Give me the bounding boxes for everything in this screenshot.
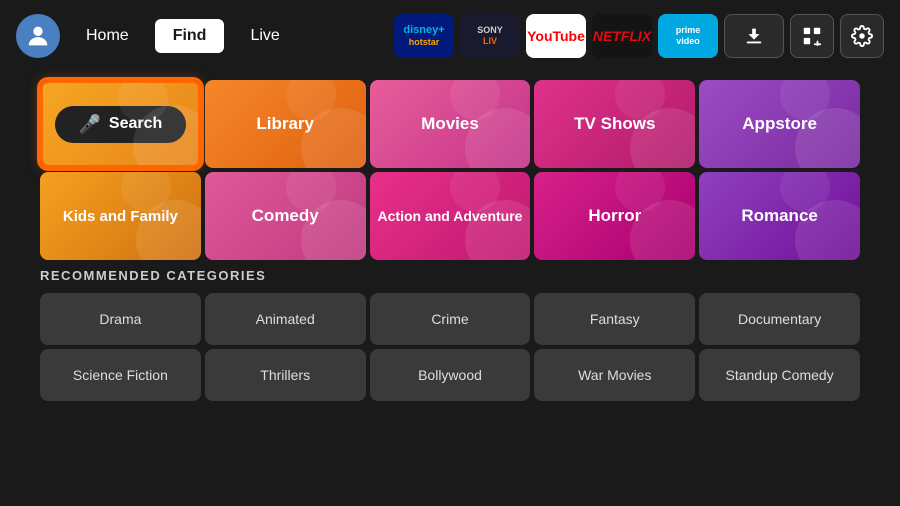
rec-thrillers[interactable]: Thrillers <box>205 349 366 401</box>
action-label: Action and Adventure <box>372 208 529 224</box>
rec-animated[interactable]: Animated <box>205 293 366 345</box>
tvshows-tile[interactable]: TV Shows <box>534 80 695 168</box>
rec-documentary[interactable]: Documentary <box>699 293 860 345</box>
rec-standup-comedy[interactable]: Standup Comedy <box>699 349 860 401</box>
recommended-section: RECOMMENDED CATEGORIES Drama Animated Cr… <box>40 268 860 401</box>
rec-drama[interactable]: Drama <box>40 293 201 345</box>
rec-fantasy[interactable]: Fantasy <box>534 293 695 345</box>
app-settings[interactable] <box>840 14 884 58</box>
app-icons-bar: disney+ hotstar SONYLIV YouTube NETFLIX … <box>394 14 884 58</box>
app-downloader[interactable] <box>724 14 784 58</box>
romance-tile[interactable]: Romance <box>699 172 860 260</box>
navbar: Home Find Live disney+ hotstar SONYLIV Y… <box>0 0 900 72</box>
rec-crime[interactable]: Crime <box>370 293 531 345</box>
search-pill: 🎤 Search <box>55 106 187 143</box>
recommended-title: RECOMMENDED CATEGORIES <box>40 268 860 283</box>
rec-science-fiction[interactable]: Science Fiction <box>40 349 201 401</box>
app-disney-hotstar[interactable]: disney+ hotstar <box>394 14 454 58</box>
horror-label: Horror <box>588 206 641 226</box>
nav-home[interactable]: Home <box>68 19 147 53</box>
horror-tile[interactable]: Horror <box>534 172 695 260</box>
app-add-icon[interactable] <box>790 14 834 58</box>
rec-war-movies[interactable]: War Movies <box>534 349 695 401</box>
main-content: 🎤 Search Library Movies TV Shows Appstor… <box>0 72 900 417</box>
appstore-label: Appstore <box>742 114 817 134</box>
search-tile[interactable]: 🎤 Search <box>40 80 201 168</box>
mic-icon: 🎤 <box>79 114 101 135</box>
nav-live[interactable]: Live <box>232 19 297 53</box>
comedy-label: Comedy <box>252 206 319 226</box>
avatar[interactable] <box>16 14 60 58</box>
app-sony-liv[interactable]: SONYLIV <box>460 14 520 58</box>
nav-find[interactable]: Find <box>155 19 225 53</box>
app-netflix[interactable]: NETFLIX <box>592 14 652 58</box>
library-label: Library <box>256 114 314 134</box>
comedy-tile[interactable]: Comedy <box>205 172 366 260</box>
movies-label: Movies <box>421 114 479 134</box>
search-label: Search <box>109 115 162 133</box>
kids-tile[interactable]: Kids and Family <box>40 172 201 260</box>
kids-label: Kids and Family <box>55 208 186 225</box>
main-tile-grid: 🎤 Search Library Movies TV Shows Appstor… <box>40 80 860 260</box>
library-tile[interactable]: Library <box>205 80 366 168</box>
romance-label: Romance <box>741 206 818 226</box>
rec-bollywood[interactable]: Bollywood <box>370 349 531 401</box>
appstore-tile[interactable]: Appstore <box>699 80 860 168</box>
recommended-grid: Drama Animated Crime Fantasy Documentary… <box>40 293 860 401</box>
app-youtube[interactable]: YouTube <box>526 14 586 58</box>
movies-tile[interactable]: Movies <box>370 80 531 168</box>
app-prime-video[interactable]: primevideo <box>658 14 718 58</box>
action-tile[interactable]: Action and Adventure <box>370 172 531 260</box>
netflix-label: NETFLIX <box>593 28 651 44</box>
tvshows-label: TV Shows <box>574 114 655 134</box>
youtube-label: YouTube <box>527 28 585 44</box>
